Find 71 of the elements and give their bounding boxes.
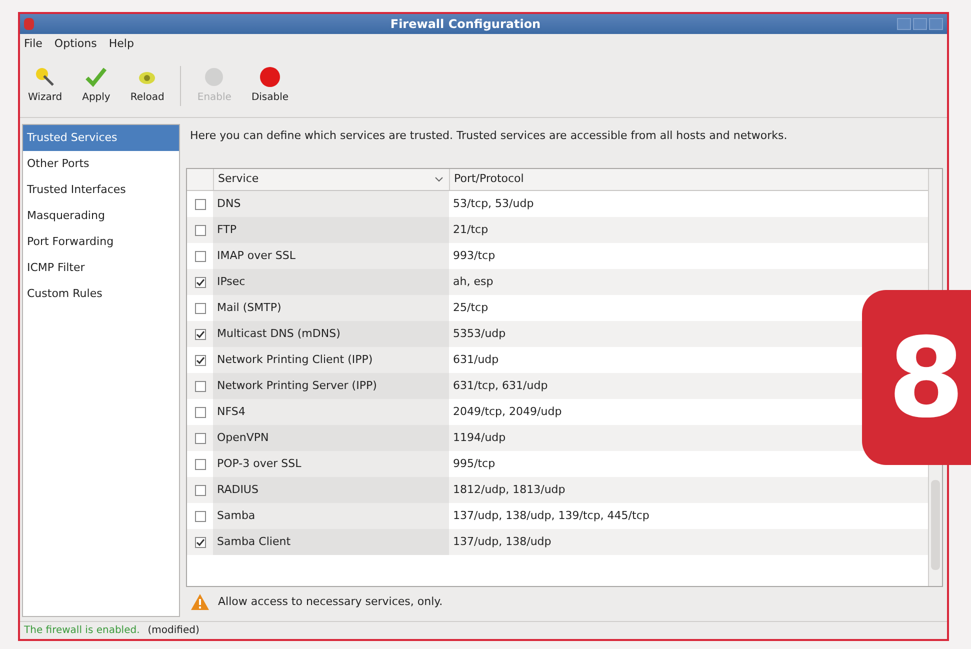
checkbox[interactable] (194, 198, 206, 210)
checkbox[interactable] (194, 354, 206, 366)
checkbox[interactable] (194, 432, 206, 444)
app-icon (24, 18, 34, 30)
table-cell-text: 993/tcp (452, 248, 496, 264)
table-cell: Network Printing Server (IPP) (213, 373, 449, 399)
table-cell-text: 2049/tcp, 2049/udp (452, 404, 563, 420)
status-text: The firewall is enabled. (24, 624, 140, 638)
table-cell-text: 137/udp, 138/udp (452, 534, 552, 550)
sidebar-item[interactable]: Port Forwarding (23, 229, 179, 255)
table-cell: DNS (213, 191, 449, 217)
checkbox[interactable] (194, 250, 206, 262)
checkmark-icon (85, 66, 108, 88)
table-cell-text: 137/udp, 138/udp, 139/tcp, 445/tcp (452, 508, 650, 524)
wand-icon (34, 66, 56, 88)
table-cell: IMAP over SSL (213, 243, 449, 269)
table-cell-text: 1812/udp, 1813/udp (452, 482, 566, 498)
stop-icon (258, 66, 281, 88)
table-cell: Network Printing Client (IPP) (213, 347, 449, 373)
table-cell-text: 5353/udp (452, 326, 507, 342)
sidebar-item[interactable]: Custom Rules (23, 281, 179, 307)
warning-text: Allow access to necessary services, only. (218, 594, 443, 610)
step-number-badge: 8 (862, 290, 971, 465)
sidebar-item[interactable]: Trusted Services (23, 125, 179, 151)
toolbar-button[interactable]: Apply (78, 66, 114, 105)
checkbox[interactable] (194, 276, 206, 288)
checkbox[interactable] (194, 458, 206, 470)
checkbox[interactable] (194, 536, 206, 548)
menu-item[interactable]: Help (108, 36, 134, 52)
toolbar-button[interactable]: Reload (126, 66, 168, 105)
table-cell-text: 25/tcp (452, 300, 490, 316)
table-cell: Samba (213, 503, 449, 529)
table-cell-text: 631/udp (452, 352, 500, 368)
checkbox[interactable] (194, 406, 206, 418)
checkbox[interactable] (194, 484, 206, 496)
table-cell: Mail (SMTP) (213, 295, 449, 321)
checkbox[interactable] (194, 328, 206, 340)
checkbox[interactable] (194, 510, 206, 522)
sort-caret-icon (435, 177, 443, 182)
table-cell: IPsec (213, 269, 449, 295)
table-cell-text: 631/tcp, 631/udp (452, 378, 549, 394)
table-cell-text: 53/tcp, 53/udp (452, 196, 535, 212)
window-title: Firewall Configuration (390, 16, 541, 33)
sidebar-item[interactable]: ICMP Filter (23, 255, 179, 281)
menu-item[interactable]: File (24, 36, 42, 52)
table-cell: FTP (213, 217, 449, 243)
table-cell: RADIUS (213, 477, 449, 503)
checkbox[interactable] (194, 302, 206, 314)
status-note: (modified) (148, 624, 200, 638)
sidebar-item[interactable]: Other Ports (23, 151, 179, 177)
table-cell-text: 1194/udp (452, 430, 507, 446)
circle-icon (203, 66, 226, 88)
toolbar-button[interactable]: Disable (247, 66, 293, 105)
table-cell: Multicast DNS (mDNS) (213, 321, 449, 347)
warning-icon (190, 593, 210, 611)
column-header[interactable]: Service (213, 169, 435, 190)
table-cell: Samba Client (213, 529, 449, 555)
table-cell-text: ah, esp (452, 274, 494, 290)
table-cell-text: 21/tcp (452, 222, 490, 238)
sidebar-item[interactable]: Masquerading (23, 203, 179, 229)
table-cell: POP-3 over SSL (213, 451, 449, 477)
checkbox[interactable] (194, 380, 206, 392)
table-cell: OpenVPN (213, 425, 449, 451)
checkbox[interactable] (194, 224, 206, 236)
menu-item[interactable]: Options (54, 36, 97, 52)
toolbar-button[interactable]: Wizard (24, 66, 66, 105)
table-cell-text: 995/tcp (452, 456, 496, 472)
scrollbar-thumb[interactable] (931, 480, 940, 570)
description-text: Here you can define which services are trusted. Trusted services are accessible from all hosts and networks. (189, 128, 788, 144)
table-cell: NFS4 (213, 399, 449, 425)
sidebar-item[interactable]: Trusted Interfaces (23, 177, 179, 203)
